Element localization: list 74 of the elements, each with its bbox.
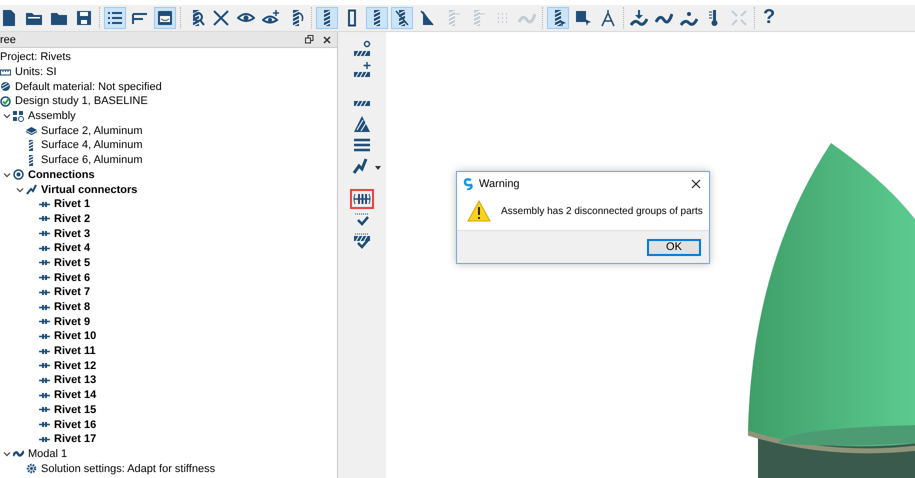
shrink-icon xyxy=(730,8,748,26)
tray-icon xyxy=(156,8,174,26)
toolbar-button[interactable] xyxy=(154,6,176,28)
tree-item[interactable]: Rivet 3 xyxy=(54,228,90,240)
hatched-lines-icon xyxy=(352,136,372,154)
tree-item[interactable]: Rivet 16 xyxy=(54,418,96,431)
tree-item[interactable]: Rivet 13 xyxy=(54,374,96,386)
tree-item[interactable]: Assembly xyxy=(28,110,76,122)
dialog-message: Assembly has 2 disconnected groups of parts xyxy=(501,206,703,216)
tree-item[interactable]: Rivet 14 xyxy=(54,389,96,402)
tree-item[interactable]: Surface 4, Aluminum xyxy=(41,139,142,152)
tree-item[interactable]: Modal 1 xyxy=(28,448,68,460)
caret-icon xyxy=(375,166,381,170)
toolbar-button[interactable] xyxy=(391,6,413,28)
hatched-stack-icon xyxy=(352,115,372,133)
slash-box-icon xyxy=(418,8,436,26)
close-icon[interactable] xyxy=(691,179,701,189)
eye-plus-icon xyxy=(262,8,280,26)
dialog-title: Warning xyxy=(479,178,521,190)
abc-c-icon xyxy=(352,40,372,58)
assembly-icon xyxy=(13,110,24,122)
plate-icon xyxy=(26,125,37,136)
toolbar-button[interactable] xyxy=(104,6,126,28)
connections-icon xyxy=(13,169,24,180)
tree-item[interactable]: Rivet 6 xyxy=(54,272,90,284)
warning-icon xyxy=(467,200,491,222)
tree-item[interactable]: Rivet 10 xyxy=(54,330,96,342)
side-toolbar-button[interactable] xyxy=(350,189,374,209)
tree-item[interactable]: Surface 6, Aluminum xyxy=(41,154,142,166)
chevron-down-icon[interactable] xyxy=(16,186,24,194)
tree-item[interactable]: Rivet 11 xyxy=(54,345,96,358)
chevron-down-icon[interactable] xyxy=(2,112,10,120)
tree-item[interactable]: Rivet 9 xyxy=(54,316,90,328)
abc-plus-icon xyxy=(352,61,372,79)
ruler-icon xyxy=(0,66,11,78)
tree-item[interactable]: Project: Rivets xyxy=(0,51,71,64)
tree-item[interactable]: Rivet 4 xyxy=(54,242,90,254)
tree-item[interactable]: Rivet 15 xyxy=(54,404,96,416)
spring-slash-icon xyxy=(393,8,411,26)
wave-icon xyxy=(13,448,24,460)
chevron-down-icon[interactable] xyxy=(2,450,10,458)
toolbar-button[interactable] xyxy=(547,6,569,28)
app-logo-icon xyxy=(463,178,473,190)
arrow-down-icon xyxy=(630,8,648,26)
cross-icon xyxy=(212,8,230,26)
tree-item[interactable]: Rivet 2 xyxy=(54,212,90,225)
tree-item[interactable]: Virtual connectors xyxy=(41,184,138,196)
tree-item[interactable]: Rivet 8 xyxy=(54,301,90,314)
tree-item[interactable]: Rivet 17 xyxy=(54,433,96,446)
tree-item[interactable]: Connections xyxy=(28,168,95,181)
box-cursor-icon xyxy=(574,8,592,26)
compass-icon xyxy=(599,8,617,26)
tree-item[interactable]: Rivet 1 xyxy=(54,198,90,210)
panel-title: ree xyxy=(0,34,17,46)
save-icon xyxy=(75,8,93,26)
tree-item[interactable]: Units: SI xyxy=(15,66,57,78)
toolbar-button[interactable] xyxy=(366,6,388,28)
tree-item[interactable]: Surface 2, Aluminum xyxy=(41,124,142,137)
tree-item[interactable]: Solution settings: Adapt for stiffness xyxy=(41,462,216,475)
check-circle-icon xyxy=(0,96,11,107)
ok-button[interactable]: OK xyxy=(647,238,701,256)
hatched-bar-icon xyxy=(354,100,370,106)
tree-item[interactable]: Default material: Not specified xyxy=(15,80,162,93)
settings-icon xyxy=(26,463,37,474)
help-button[interactable]: ? xyxy=(755,6,784,29)
tree-item[interactable]: Rivet 7 xyxy=(54,286,90,298)
tree-item[interactable]: Design study 1, BASELINE xyxy=(15,95,148,108)
doc-icon xyxy=(0,8,18,26)
tree-item[interactable]: Rivet 5 xyxy=(54,256,90,269)
toolbar-button[interactable] xyxy=(316,6,338,28)
connector-icon xyxy=(26,184,37,196)
chevron-down-icon[interactable] xyxy=(2,170,10,179)
stacked-check-icon xyxy=(352,232,372,250)
tree-item[interactable]: Rivet 12 xyxy=(54,360,96,372)
